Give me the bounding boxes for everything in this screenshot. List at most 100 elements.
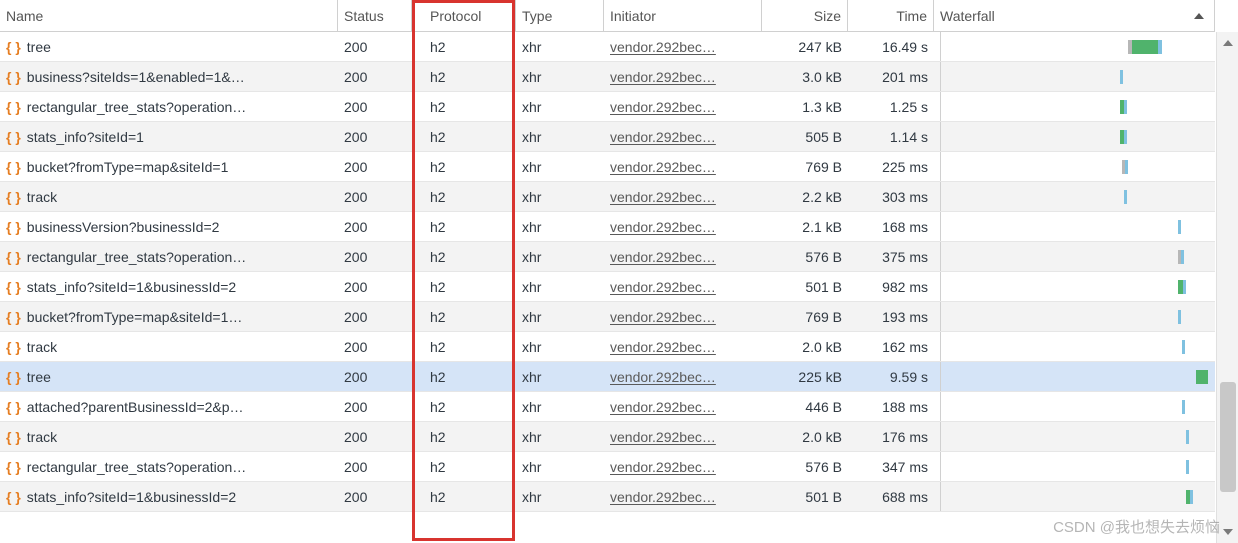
cell-protocol: h2 — [412, 212, 516, 241]
cell-initiator[interactable]: vendor.292bec… — [604, 482, 762, 511]
initiator-link[interactable]: vendor.292bec… — [610, 429, 716, 445]
cell-initiator[interactable]: vendor.292bec… — [604, 182, 762, 211]
table-row[interactable]: { }rectangular_tree_stats?operation…200h… — [0, 242, 1215, 272]
initiator-link[interactable]: vendor.292bec… — [610, 309, 716, 325]
cell-waterfall — [934, 272, 1215, 301]
initiator-link[interactable]: vendor.292bec… — [610, 99, 716, 115]
cell-name[interactable]: { }bucket?fromType=map&siteId=1… — [0, 302, 338, 331]
initiator-link[interactable]: vendor.292bec… — [610, 459, 716, 475]
scroll-thumb[interactable] — [1220, 382, 1236, 492]
xhr-braces-icon: { } — [6, 99, 21, 115]
cell-initiator[interactable]: vendor.292bec… — [604, 272, 762, 301]
initiator-link[interactable]: vendor.292bec… — [610, 369, 716, 385]
header-type[interactable]: Type — [516, 0, 604, 31]
header-name[interactable]: Name — [0, 0, 338, 31]
cell-name[interactable]: { }attached?parentBusinessId=2&p… — [0, 392, 338, 421]
cell-waterfall — [934, 422, 1215, 451]
initiator-link[interactable]: vendor.292bec… — [610, 489, 716, 505]
waterfall-track — [934, 452, 1215, 481]
cell-name[interactable]: { }stats_info?siteId=1 — [0, 122, 338, 151]
waterfall-ruler — [940, 362, 941, 391]
cell-initiator[interactable]: vendor.292bec… — [604, 152, 762, 181]
cell-status: 200 — [338, 392, 412, 421]
table-row[interactable]: { }businessVersion?businessId=2200h2xhrv… — [0, 212, 1215, 242]
cell-initiator[interactable]: vendor.292bec… — [604, 302, 762, 331]
cell-waterfall — [934, 332, 1215, 361]
table-row[interactable]: { }tree200h2xhrvendor.292bec…225 kB9.59 … — [0, 362, 1215, 392]
cell-initiator[interactable]: vendor.292bec… — [604, 392, 762, 421]
cell-initiator[interactable]: vendor.292bec… — [604, 62, 762, 91]
header-size[interactable]: Size — [762, 0, 848, 31]
table-row[interactable]: { }track200h2xhrvendor.292bec…2.0 kB176 … — [0, 422, 1215, 452]
scroll-down-icon[interactable] — [1223, 529, 1233, 535]
vertical-scrollbar[interactable] — [1216, 32, 1238, 543]
cell-name[interactable]: { }track — [0, 332, 338, 361]
cell-name[interactable]: { }rectangular_tree_stats?operation… — [0, 242, 338, 271]
cell-size: 576 B — [762, 242, 848, 271]
cell-initiator[interactable]: vendor.292bec… — [604, 452, 762, 481]
header-waterfall[interactable]: Waterfall — [934, 0, 1215, 31]
header-time[interactable]: Time — [848, 0, 934, 31]
initiator-link[interactable]: vendor.292bec… — [610, 69, 716, 85]
request-name: rectangular_tree_stats?operation… — [27, 459, 246, 475]
table-row[interactable]: { }tree200h2xhrvendor.292bec…247 kB16.49… — [0, 32, 1215, 62]
cell-initiator[interactable]: vendor.292bec… — [604, 32, 762, 61]
initiator-link[interactable]: vendor.292bec… — [610, 399, 716, 415]
initiator-link[interactable]: vendor.292bec… — [610, 189, 716, 205]
initiator-link[interactable]: vendor.292bec… — [610, 249, 716, 265]
header-initiator[interactable]: Initiator — [604, 0, 762, 31]
cell-status: 200 — [338, 92, 412, 121]
initiator-link[interactable]: vendor.292bec… — [610, 279, 716, 295]
table-row[interactable]: { }attached?parentBusinessId=2&p…200h2xh… — [0, 392, 1215, 422]
cell-name[interactable]: { }bucket?fromType=map&siteId=1 — [0, 152, 338, 181]
cell-time: 1.25 s — [848, 92, 934, 121]
cell-initiator[interactable]: vendor.292bec… — [604, 122, 762, 151]
table-row[interactable]: { }rectangular_tree_stats?operation…200h… — [0, 92, 1215, 122]
cell-name[interactable]: { }tree — [0, 362, 338, 391]
cell-name[interactable]: { }track — [0, 422, 338, 451]
cell-type: xhr — [516, 122, 604, 151]
cell-waterfall — [934, 182, 1215, 211]
scroll-up-icon[interactable] — [1223, 40, 1233, 46]
cell-size: 446 B — [762, 392, 848, 421]
cell-size: 225 kB — [762, 362, 848, 391]
initiator-link[interactable]: vendor.292bec… — [610, 39, 716, 55]
cell-initiator[interactable]: vendor.292bec… — [604, 422, 762, 451]
cell-status: 200 — [338, 272, 412, 301]
xhr-braces-icon: { } — [6, 159, 21, 175]
cell-name[interactable]: { } rectangular_tree_stats?operation… — [0, 92, 338, 121]
table-row[interactable]: { }business?siteIds=1&enabled=1&…200h2xh… — [0, 62, 1215, 92]
table-row[interactable]: { }rectangular_tree_stats?operation…200h… — [0, 452, 1215, 482]
cell-name[interactable]: { }tree — [0, 32, 338, 61]
table-row[interactable]: { }bucket?fromType=map&siteId=1…200h2xhr… — [0, 302, 1215, 332]
header-protocol[interactable]: Protocol — [412, 0, 516, 31]
cell-name[interactable]: { }business?siteIds=1&enabled=1&… — [0, 62, 338, 91]
waterfall-segment — [1183, 280, 1186, 294]
cell-name[interactable]: { }stats_info?siteId=1&businessId=2 — [0, 272, 338, 301]
cell-name[interactable]: { }stats_info?siteId=1&businessId=2 — [0, 482, 338, 511]
cell-initiator[interactable]: vendor.292bec… — [604, 92, 762, 121]
cell-initiator[interactable]: vendor.292bec… — [604, 212, 762, 241]
waterfall-segment — [1124, 100, 1127, 114]
cell-name[interactable]: { }businessVersion?businessId=2 — [0, 212, 338, 241]
cell-initiator[interactable]: vendor.292bec… — [604, 242, 762, 271]
table-row[interactable]: { }track200h2xhrvendor.292bec…2.2 kB303 … — [0, 182, 1215, 212]
cell-name[interactable]: { }rectangular_tree_stats?operation… — [0, 452, 338, 481]
table-row[interactable]: { }stats_info?siteId=1200h2xhrvendor.292… — [0, 122, 1215, 152]
request-name: rectangular_tree_stats?operation… — [27, 99, 246, 115]
initiator-link[interactable]: vendor.292bec… — [610, 129, 716, 145]
cell-time: 176 ms — [848, 422, 934, 451]
cell-time: 688 ms — [848, 482, 934, 511]
cell-initiator[interactable]: vendor.292bec… — [604, 332, 762, 361]
table-row[interactable]: { }track200h2xhrvendor.292bec…2.0 kB162 … — [0, 332, 1215, 362]
cell-protocol: h2 — [412, 182, 516, 211]
header-status[interactable]: Status — [338, 0, 412, 31]
table-row[interactable]: { }bucket?fromType=map&siteId=1200h2xhrv… — [0, 152, 1215, 182]
table-row[interactable]: { }stats_info?siteId=1&businessId=2200h2… — [0, 482, 1215, 512]
cell-name[interactable]: { }track — [0, 182, 338, 211]
initiator-link[interactable]: vendor.292bec… — [610, 219, 716, 235]
cell-initiator[interactable]: vendor.292bec… — [604, 362, 762, 391]
initiator-link[interactable]: vendor.292bec… — [610, 159, 716, 175]
table-row[interactable]: { }stats_info?siteId=1&businessId=2200h2… — [0, 272, 1215, 302]
initiator-link[interactable]: vendor.292bec… — [610, 339, 716, 355]
